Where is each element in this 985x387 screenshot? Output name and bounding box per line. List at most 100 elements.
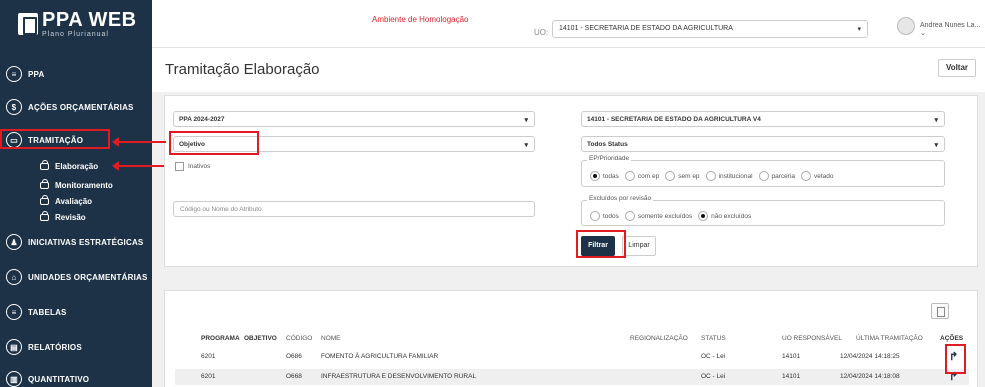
- ppa-select-value: PPA 2024-2027: [179, 116, 225, 123]
- sidebar-item-acoes-orcamentarias[interactable]: $ AÇÕES ORÇAMENTÁRIAS: [6, 99, 134, 115]
- col-header-objetivo[interactable]: OBJETIVO: [244, 335, 277, 342]
- radio-ep-todas[interactable]: todas: [590, 171, 619, 181]
- export-excel-icon[interactable]: [931, 303, 949, 319]
- status-select[interactable]: Todos Status ▾: [581, 136, 945, 152]
- cell-ultima-tramitacao: 12/04/2024 14:18:08: [840, 373, 900, 380]
- cell-uo: 14101: [782, 353, 801, 360]
- annotation-arrow: [112, 137, 166, 147]
- chevron-down-icon: ▾: [934, 142, 938, 149]
- col-header-codigo[interactable]: CÓDIGO: [286, 335, 312, 342]
- back-button[interactable]: Voltar: [938, 59, 976, 77]
- radio-excl-nao[interactable]: não excluídos: [698, 211, 751, 221]
- sidebar-item-unidades-orcamentarias[interactable]: ⌂ UNIDADES ORÇAMENTÁRIAS: [6, 269, 148, 285]
- inbox-icon: [40, 211, 49, 221]
- col-header-regionalizacao[interactable]: REGIONALIZAÇÃO: [630, 335, 688, 342]
- sidebar-subitem-label: Monitoramento: [55, 181, 113, 190]
- radio-excl-somente[interactable]: somente excluídos: [624, 211, 693, 221]
- highlight-tramitacao: [0, 129, 110, 149]
- sidebar-subitem-avaliacao[interactable]: Avaliação: [40, 195, 92, 206]
- col-header-status[interactable]: STATUS: [701, 335, 726, 342]
- cell-programa: 6201: [201, 373, 216, 380]
- filter-panel: PPA 2024-2027 ▾ Objetivo ▾ Inativos Códi…: [164, 95, 978, 267]
- sidebar-item-ppa[interactable]: ≡ PPA: [6, 66, 44, 82]
- chevron-down-icon: ▾: [524, 142, 528, 149]
- col-header-nome[interactable]: NOME: [321, 335, 341, 342]
- annotation-arrow: [112, 161, 164, 171]
- radio-label: institucional: [718, 172, 753, 180]
- inativos-label: Inativos: [188, 163, 211, 170]
- sidebar-item-quantitativo[interactable]: ▥ QUANTITATIVO: [6, 371, 89, 387]
- sidebar-subitem-elaboracao[interactable]: Elaboração: [40, 160, 99, 171]
- radio-dot: [624, 211, 635, 221]
- sidebar: PPA WEB Plano Plurianual ≡ PPA $ AÇÕES O…: [0, 0, 152, 387]
- people-icon: ♟: [6, 234, 22, 250]
- radio-label: todas: [603, 172, 619, 180]
- sidebar-subitem-revisao[interactable]: Revisão: [40, 211, 86, 222]
- app-logo[interactable]: PPA WEB Plano Plurianual: [0, 0, 152, 48]
- atributo-search-input[interactable]: Código ou Nome do Atributo: [173, 201, 535, 217]
- sidebar-item-label: RELATÓRIOS: [28, 342, 82, 352]
- user-name: Andrea Nunes La...: [920, 22, 981, 29]
- dollar-icon: $: [6, 99, 22, 115]
- sidebar-subitem-label: Elaboração: [55, 162, 99, 171]
- chart-icon: ▥: [6, 371, 22, 387]
- radio-excl-todos[interactable]: todos: [590, 211, 619, 221]
- ppa-select[interactable]: PPA 2024-2027 ▾: [173, 111, 535, 127]
- radio-ep-institucional[interactable]: institucional: [705, 171, 753, 181]
- sidebar-item-label: INICIATIVAS ESTRATÉGICAS: [28, 237, 144, 247]
- inbox-icon: [40, 160, 49, 170]
- radio-label: com ep: [637, 172, 660, 180]
- sidebar-item-label: TABELAS: [28, 307, 67, 317]
- avatar[interactable]: [897, 17, 915, 35]
- radio-ep-vetado[interactable]: vetado: [801, 171, 834, 181]
- col-header-acoes: AÇÕES: [940, 335, 964, 342]
- inativos-checkbox[interactable]: Inativos: [175, 162, 210, 171]
- cell-status: OC - Lei: [701, 353, 726, 360]
- radio-dot: [665, 171, 676, 181]
- col-header-ultima-tramitacao[interactable]: ÚLTIMA TRAMITAÇÃO: [856, 335, 923, 342]
- col-header-uo-responsavel[interactable]: UO RESPONSÁVEL: [782, 335, 842, 342]
- cell-codigo: O686: [286, 353, 302, 360]
- sidebar-item-iniciativas-estrategicas[interactable]: ♟ INICIATIVAS ESTRATÉGICAS: [6, 234, 143, 250]
- logo-title: PPA WEB: [42, 9, 137, 31]
- inbox-icon: [40, 195, 49, 205]
- cell-programa: 6201: [201, 353, 216, 360]
- sidebar-subitem-monitoramento[interactable]: Monitoramento: [40, 179, 113, 190]
- radio-dot: [698, 211, 709, 221]
- col-header-programa[interactable]: PROGRAMA: [201, 335, 240, 342]
- highlight-filtrar: [576, 230, 626, 258]
- radio-ep-com-ep[interactable]: com ep: [624, 171, 660, 181]
- radio-label: somente excluídos: [637, 212, 693, 220]
- environment-label: Ambiente de Homologação: [372, 15, 469, 24]
- radio-label: vetado: [814, 172, 834, 180]
- results-panel: PROGRAMA OBJETIVO CÓDIGO NOME REGIONALIZ…: [164, 290, 978, 387]
- title-bar: Tramitação Elaboração Voltar: [152, 48, 985, 92]
- radio-label: sem ep: [678, 172, 700, 180]
- radio-ep-parceria[interactable]: parceria: [758, 171, 795, 181]
- table-row[interactable]: 6201 O686 FOMENTO À AGRICULTURA FAMILIAR…: [175, 349, 969, 365]
- radio-dot: [758, 171, 769, 181]
- radio-dot: [590, 171, 600, 181]
- cell-codigo: O668: [286, 373, 302, 380]
- sidebar-item-relatorios[interactable]: ▤ RELATÓRIOS: [6, 339, 82, 355]
- uo-filter-value: 14101 - SECRETARIA DE ESTADO DA AGRICULT…: [587, 116, 761, 123]
- top-bar: Ambiente de Homologação UO: 14101 - SECR…: [152, 0, 985, 48]
- excluidos-legend: Excluídos por revisão: [587, 195, 654, 202]
- highlight-objetivo: [169, 131, 259, 155]
- page-title: Tramitação Elaboração: [165, 61, 320, 78]
- uo-select[interactable]: 14101 - SECRETARIA DE ESTADO DA AGRICULT…: [552, 20, 868, 38]
- radio-dot: [705, 171, 716, 181]
- logo-icon: [18, 13, 38, 35]
- excluidos-group: Excluídos por revisão todos somente excl…: [581, 195, 945, 226]
- sidebar-item-label: QUANTITATIVO: [28, 374, 90, 384]
- clear-button[interactable]: Limpar: [622, 236, 656, 256]
- ep-prioridade-group: EP/Prioridade todas com ep sem ep instit…: [581, 155, 945, 187]
- user-menu[interactable]: Andrea Nunes La... ⌄: [920, 22, 985, 37]
- radio-label: todos: [603, 212, 619, 220]
- cell-ultima-tramitacao: 12/04/2024 14:18:25: [840, 353, 900, 360]
- table-row[interactable]: 6201 O668 INFRAESTRUTURA E DESENVOLVIMEN…: [175, 369, 969, 385]
- uo-filter-select[interactable]: 14101 - SECRETARIA DE ESTADO DA AGRICULT…: [581, 111, 945, 127]
- radio-ep-sem-ep[interactable]: sem ep: [665, 171, 700, 181]
- sidebar-item-tabelas[interactable]: ≡ TABELAS: [6, 304, 67, 320]
- cell-uo: 14101: [782, 373, 801, 380]
